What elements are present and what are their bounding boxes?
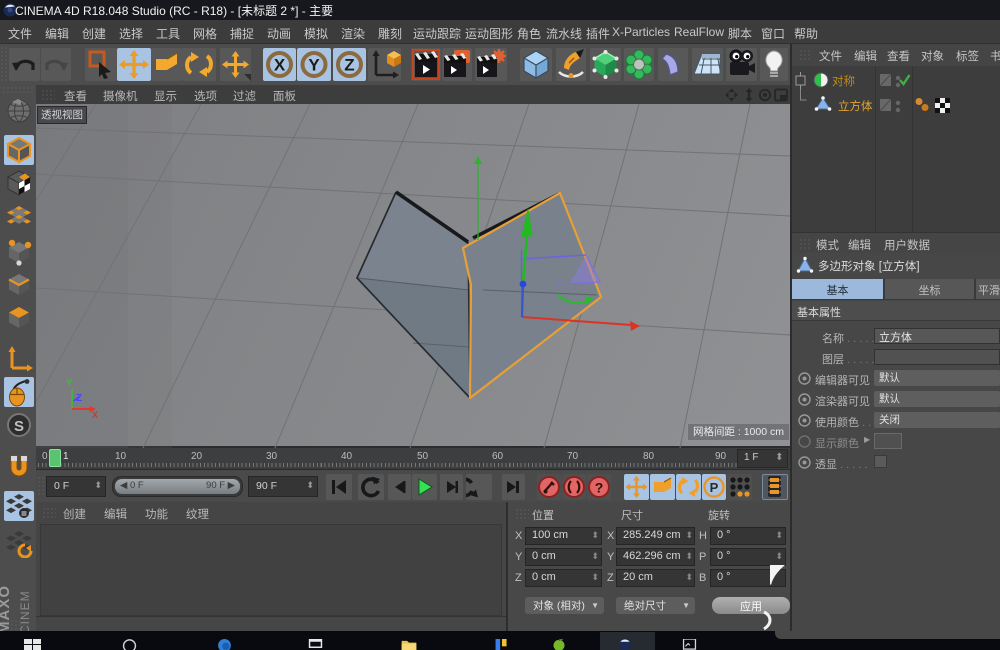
svg-text:立方体: 立方体 — [838, 99, 873, 113]
svg-text:P: P — [710, 480, 719, 495]
svg-text:X: X — [274, 56, 286, 75]
svg-text:对称: 对称 — [832, 74, 855, 88]
svg-text:Y: Y — [66, 378, 73, 389]
svg-text:X: X — [92, 410, 98, 420]
svg-text:S: S — [14, 418, 24, 435]
svg-text:Z: Z — [344, 56, 354, 75]
svg-text:Z: Z — [76, 393, 82, 404]
svg-text:?: ? — [595, 480, 604, 496]
svg-text:Y: Y — [308, 56, 320, 75]
